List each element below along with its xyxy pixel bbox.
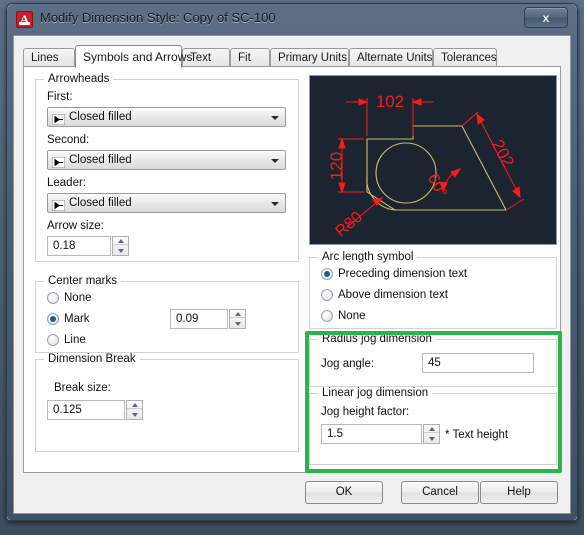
dimension-break-legend: Dimension Break [44, 353, 140, 365]
arc-length-symbol-group: Arc length symbol Preceding dimension te… [309, 251, 557, 329]
autocad-a-icon: A [16, 11, 33, 28]
first-label: First: [47, 91, 73, 103]
tab-lines[interactable]: Lines [23, 48, 75, 67]
svg-text:102: 102 [376, 92, 404, 111]
jog-angle-value: 45 [428, 357, 441, 369]
arrow-size-input[interactable]: 0.18 [47, 236, 111, 256]
jog-angle-label: Jog angle: [321, 358, 375, 370]
leader-arrowhead-value: Closed filled [69, 197, 132, 209]
chevron-down-icon [271, 202, 279, 206]
closed-filled-arrow-icon [51, 198, 66, 212]
text-height-suffix-label: * Text height [445, 429, 509, 441]
jog-height-factor-value: 1.5 [327, 428, 343, 440]
center-marks-option-line[interactable]: Line [47, 334, 86, 347]
center-marks-option-none[interactable]: None [47, 292, 92, 305]
chevron-down-icon [271, 159, 279, 163]
closed-filled-arrow-icon [51, 112, 66, 126]
break-size-value: 0.125 [53, 404, 82, 416]
title-bar: A Modify Dimension Style: Copy of SC-100… [7, 4, 577, 35]
radius-jog-group: Radius jog dimension Jog angle: 45 [309, 333, 557, 387]
arrow-size-value: 0.18 [53, 240, 76, 252]
tab-fit[interactable]: Fit [230, 48, 270, 67]
dimension-style-preview: 102 120 202 60° R80 [309, 75, 557, 245]
preview-drawing: 102 120 202 60° R80 [310, 76, 556, 244]
stepper-up[interactable] [424, 425, 439, 433]
tab-tolerances[interactable]: Tolerances [433, 48, 497, 67]
help-button[interactable]: Help [480, 481, 558, 504]
arc-length-option-preceding[interactable]: Preceding dimension text [321, 268, 467, 281]
stepper-down[interactable] [113, 247, 128, 255]
tab-alternate-units[interactable]: Alternate Units [349, 48, 433, 67]
stepper-up[interactable] [127, 401, 142, 409]
stepper-down[interactable] [424, 435, 439, 443]
arc-length-symbol-legend: Arc length symbol [318, 251, 418, 263]
symbols-and-arrows-panel: Arrowheads First: Closed filled Second: [23, 67, 562, 473]
ok-button[interactable]: OK [305, 481, 383, 504]
second-label: Second: [47, 134, 90, 146]
center-mark-size-input[interactable]: 0.09 [170, 309, 228, 329]
second-arrowhead-combobox[interactable]: Closed filled [47, 150, 286, 170]
jog-height-factor-label: Jog height factor: [321, 406, 410, 418]
leader-arrowhead-combobox[interactable]: Closed filled [47, 193, 286, 213]
center-marks-group: Center marks None Mark Line 0.09 [35, 275, 299, 353]
arrow-size-label: Arrow size: [47, 220, 104, 232]
linear-jog-group: Linear jog dimension Jog height factor: … [309, 387, 557, 465]
arrow-size-stepper[interactable] [112, 236, 129, 256]
leader-label: Leader: [47, 177, 87, 189]
center-marks-legend: Center marks [44, 275, 122, 287]
tab-symbols-and-arrows[interactable]: Symbols and Arrows [75, 45, 192, 68]
center-mark-size-value: 0.09 [176, 313, 199, 325]
center-mark-size-stepper[interactable] [229, 309, 246, 329]
jog-height-factor-stepper[interactable] [423, 424, 440, 444]
break-size-stepper[interactable] [126, 400, 143, 420]
stepper-down[interactable] [127, 411, 142, 419]
svg-text:120: 120 [327, 152, 346, 180]
first-arrowhead-value: Closed filled [69, 111, 132, 123]
radius-jog-legend: Radius jog dimension [318, 333, 436, 345]
arrowheads-group: Arrowheads First: Closed filled Second: [35, 73, 299, 262]
jog-height-factor-input[interactable]: 1.5 [321, 424, 422, 444]
tab-primary-units[interactable]: Primary Units [270, 48, 349, 67]
stepper-up[interactable] [230, 310, 245, 318]
close-button[interactable]: x [524, 7, 568, 28]
window-title: Modify Dimension Style: Copy of SC-100 [40, 10, 276, 25]
break-size-input[interactable]: 0.125 [47, 400, 125, 420]
dialog-client-area: Lines Symbols and Arrows Text Fit Primar… [13, 35, 571, 514]
closed-filled-arrow-icon [51, 155, 66, 169]
chevron-down-icon [271, 116, 279, 120]
modify-dimension-style-dialog: A Modify Dimension Style: Copy of SC-100… [6, 3, 578, 521]
tab-bar: Lines Symbols and Arrows Text Fit Primar… [23, 45, 561, 68]
break-size-label: Break size: [54, 382, 111, 394]
arrowheads-legend: Arrowheads [44, 73, 114, 85]
arc-length-option-above[interactable]: Above dimension text [321, 289, 448, 302]
stepper-down[interactable] [230, 320, 245, 328]
center-marks-option-mark[interactable]: Mark [47, 313, 90, 326]
dimension-break-group: Dimension Break Break size: 0.125 [35, 353, 299, 452]
autocad-a-base [19, 22, 30, 25]
cancel-button[interactable]: Cancel [401, 481, 479, 504]
jog-angle-input[interactable]: 45 [422, 353, 534, 373]
second-arrowhead-value: Closed filled [69, 154, 132, 166]
stepper-up[interactable] [113, 237, 128, 245]
arc-length-option-none[interactable]: None [321, 310, 366, 323]
linear-jog-legend: Linear jog dimension [318, 387, 433, 399]
first-arrowhead-combobox[interactable]: Closed filled [47, 107, 286, 127]
